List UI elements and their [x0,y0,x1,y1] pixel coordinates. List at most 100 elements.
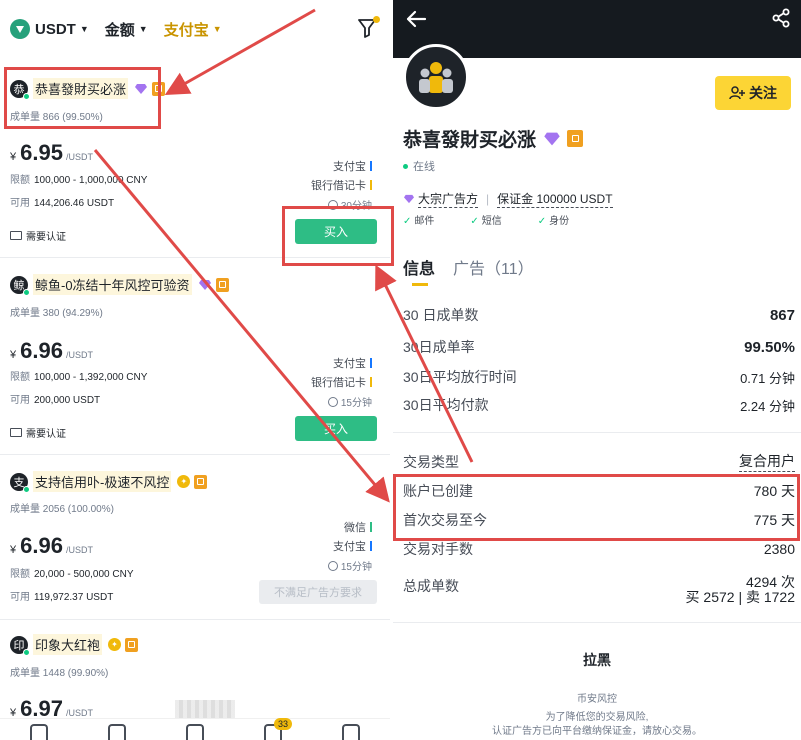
blurred-region [175,700,235,718]
clock-icon [327,396,338,407]
risk-text-line2: 认证广告方已向平台缴纳保证金，请放心交易。 [492,726,702,737]
verification-list: ✓ 邮件 ✓ 短信 ✓ 身份 [403,212,605,227]
verify-email: ✓ 邮件 [403,216,435,227]
online-dot [23,485,30,493]
tag-separator: | [486,192,490,206]
coin-label: USDT [35,20,76,38]
limit-line: 限额 100,000 - 1,392,000 CNY [10,372,148,383]
clock-icon [327,560,338,571]
back-arrow-icon[interactable] [405,8,427,30]
add-user-icon [729,86,745,100]
advertiser-name: 恭喜發財买必涨 [403,130,537,151]
share-icon[interactable] [771,8,791,28]
advertiser-row[interactable]: 支 支持信用卟-极速不风控 ✦ [10,471,208,493]
deposit-tag[interactable]: 保证金 100000 USDT [497,190,613,208]
buy-button[interactable]: 买入 [295,416,377,441]
diamond-badge-icon [404,194,414,204]
stat-row: 30日平均付款 2.24 分钟 [403,397,795,414]
available-line: 可用 200,000 USDT [10,395,101,406]
advertiser-avatar [403,44,469,110]
coin-selector[interactable]: USDT ▼ [10,19,89,39]
kyc-required: 需要认证 [10,228,66,243]
id-card-icon [10,428,22,437]
ads-nav-icon[interactable] [186,724,204,740]
advertiser-avatar: 鲸 [10,275,30,296]
stat-row: 30 日成单数 867 [403,306,795,324]
payment-time: 15分钟 [327,394,372,409]
chat-nav-icon[interactable]: 33 [264,718,292,740]
alipay-color-bar [370,358,372,368]
highlight-account-age-box [393,474,800,541]
payment-selector[interactable]: 支付宝 ▼ [164,19,222,40]
profile-tabs: 信息 广告（11） [403,255,552,286]
check-icon: ✓ [470,216,479,227]
advertiser-name: 支持信用卟-极速不风控 [33,471,172,492]
online-dot [23,288,30,296]
price-row: ¥ 6.96 /USDT [10,338,93,363]
available-line: 可用 144,206.46 USDT [10,198,115,209]
online-dot [23,648,30,656]
verified-shield-icon [567,130,584,147]
price-value: 6.95 [20,140,63,165]
verified-shield-icon [125,637,139,652]
buy-sell-breakdown: 买 2572 | 卖 1722 [685,589,795,605]
verify-id: ✓ 身份 [537,216,570,227]
divider [393,432,801,433]
bank-color-bar [370,377,372,387]
payment-time: 15分钟 [327,558,372,573]
available-line: 可用 119,972.37 USDT [10,592,114,603]
highlight-buy-button-box [282,206,394,266]
usdt-logo-icon [10,19,30,39]
tab-info[interactable]: 信息 [403,255,435,286]
amount-selector[interactable]: 金额 ▼ [105,19,148,40]
check-icon: ✓ [403,216,412,227]
payment-method: 支付宝 [333,538,372,554]
amount-label: 金额 [104,21,135,39]
verified-shield-icon [194,474,208,489]
ad-card: 鲸 鲸鱼-0冻结十年风控可验资 成单量 380 (94.29%) ¥ 6.96 … [0,258,390,455]
advertiser-row[interactable]: 鲸 鲸鱼-0冻结十年风控可验资 [10,274,229,296]
verified-shield-icon [215,277,229,292]
price-row: ¥ 6.95 /USDT [10,140,93,165]
price-value: 6.96 [20,533,63,558]
order-stats: 成单量 380 (94.29%) [10,308,103,319]
payment-method: 微信 [344,519,372,535]
stat-row: 30日成单率 99.50% [403,338,795,356]
stat-row: 30日平均放行时间 0.71 分钟 [403,369,795,386]
payment-method: 银行借记卡 [311,177,372,193]
risk-text-line1: 为了降低您的交易风险, [545,712,649,723]
verify-sms: ✓ 短信 [470,216,502,227]
caret-down-icon: ▼ [138,24,148,34]
filter-notification-dot [373,16,380,23]
merchant-tags: 大宗广告方 | 保证金 100000 USDT [403,190,613,208]
advertiser-avatar: 支 [10,472,30,493]
unread-badge: 33 [273,718,292,730]
kyc-required: 需要认证 [10,425,66,440]
tab-ads[interactable]: 广告（11） [453,255,534,279]
alipay-color-bar [370,541,372,551]
group-avatar-icon [419,62,453,93]
bank-color-bar [370,180,372,190]
gold-merchant-icon: ✦ [177,475,191,488]
payment-method: 银行借记卡 [311,374,372,390]
profile-nav-icon[interactable] [342,724,360,740]
follow-label: 关注 [749,85,777,101]
order-stats: 成单量 2056 (100.00%) [10,504,114,515]
requirements-not-met-button[interactable]: 不满足广告方要求 [259,580,377,604]
wechat-color-bar [370,522,372,532]
risk-title: 币安风控 [577,694,617,705]
block-button[interactable]: 拉黑 [393,650,801,670]
p2p-nav-icon[interactable] [30,724,48,740]
follow-button[interactable]: 关注 [715,76,791,110]
bulk-advertiser-tag[interactable]: 大宗广告方 [418,190,479,208]
divider [393,622,801,623]
gold-merchant-icon: ✦ [108,638,122,651]
price-row: ¥ 6.96 /USDT [10,533,93,558]
advertiser-row[interactable]: 印 印象大红袍 ✦ [10,634,139,656]
advertiser-avatar: 印 [10,635,30,656]
price-value: 6.96 [20,338,63,363]
diamond-badge-icon [198,279,211,290]
orders-nav-icon[interactable] [108,724,126,740]
limit-line: 限额 100,000 - 1,000,000 CNY [10,175,148,186]
caret-down-icon: ▼ [212,24,222,34]
